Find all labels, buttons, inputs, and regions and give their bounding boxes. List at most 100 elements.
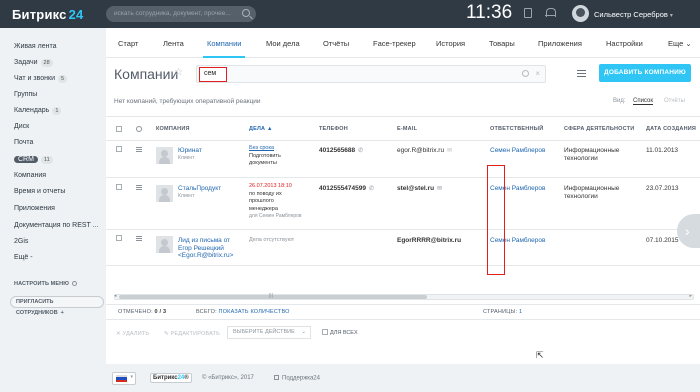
column-header-company[interactable]: КОМПАНИЯ <box>156 126 190 132</box>
scroll-right-arrow[interactable]: ▸ <box>689 293 692 299</box>
deal-overdue-date: 26.07.2013 18:10 <box>249 183 292 189</box>
scrollbar-thumb[interactable] <box>119 295 427 299</box>
page-title: Компании <box>114 66 179 82</box>
tab-reports[interactable]: Отчёты <box>323 39 349 48</box>
sidebar-item-company[interactable]: Компания <box>14 171 46 181</box>
view-reports-toggle[interactable]: Отчёты <box>664 98 685 104</box>
copyright: © «Битрикс», 2017 <box>202 375 254 381</box>
sidebar-item-time-reports[interactable]: Время и отчеты <box>14 187 65 197</box>
sidebar-item-mail[interactable]: Почта <box>14 138 33 148</box>
flag-icon[interactable] <box>524 8 532 18</box>
footer: ▾ Битрикс24® © «Битрикс», 2017 Поддержка… <box>106 364 700 392</box>
invite-employees-button[interactable]: ПРИГЛАСИТЬ СОТРУДНИКОВ + <box>10 296 104 316</box>
sidebar-item-2gis[interactable]: 2Gis <box>14 237 28 247</box>
language-selector[interactable]: ▾ <box>112 372 136 385</box>
search-input[interactable]: искать сотрудника, документ, прочее... <box>106 6 256 22</box>
companies-grid: КОМПАНИЯ ДЕЛА ▲ ТЕЛЕФОН E-MAIL ОТВЕТСТВЕ… <box>106 116 700 294</box>
tab-face-tracker[interactable]: Face-трекер <box>373 39 416 48</box>
for-all-checkbox[interactable] <box>322 329 328 335</box>
delete-button[interactable]: ✕ УДАЛИТЬ <box>116 331 149 337</box>
row-divider <box>106 265 700 266</box>
sidebar-item-groups[interactable]: Группы <box>14 90 37 100</box>
sidebar-item-apps[interactable]: Приложения <box>14 204 55 214</box>
row-checkbox[interactable] <box>116 235 122 241</box>
phone-cell: 4012565688 ✆ <box>319 147 364 156</box>
select-all-checkbox[interactable] <box>116 126 122 132</box>
mail-icon[interactable]: ✉ <box>447 148 452 156</box>
show-count-link[interactable]: ПОКАЗАТЬ КОЛИЧЕСТВО <box>219 309 290 315</box>
search-icon[interactable] <box>242 9 250 17</box>
row-checkbox[interactable] <box>116 146 122 152</box>
responsible-highlight-box <box>487 165 505 275</box>
tab-companies[interactable]: Компании <box>207 39 241 48</box>
deal-status[interactable]: Без срока <box>249 145 281 153</box>
bell-icon[interactable] <box>545 7 556 18</box>
sidebar-item-rest-docs[interactable]: Документация по REST ... <box>14 221 98 231</box>
page-link[interactable]: 1 <box>519 309 522 315</box>
email-cell: egor.R@bitrix.ru ✉ <box>397 147 453 156</box>
company-link[interactable]: Юринат <box>178 147 202 155</box>
tab-products[interactable]: Товары <box>489 39 515 48</box>
sidebar-item-more[interactable]: Ещё - <box>14 253 33 263</box>
responsible-link[interactable]: Семен Рамблеров <box>490 147 545 155</box>
row-menu-icon[interactable] <box>136 147 142 152</box>
company-link[interactable]: Лид из письма от Егор Решецкий <Egor.R@b… <box>178 237 233 260</box>
column-header-sphere[interactable]: СФЕРА ДЕЯТЕЛЬНОСТИ <box>564 126 634 132</box>
sidebar-item-chat[interactable]: Чат и звонки 5 <box>14 74 68 84</box>
row-checkbox[interactable] <box>116 184 122 190</box>
support-icon <box>274 375 279 380</box>
sidebar-item-crm[interactable]: CRM 11 <box>14 155 53 165</box>
row-menu-icon[interactable] <box>136 185 142 190</box>
column-header-deals[interactable]: ДЕЛА ▲ <box>249 126 273 132</box>
apply-for-all[interactable]: ДЛЯ ВСЕХ <box>322 329 358 336</box>
tab-start[interactable]: Старт <box>118 39 138 48</box>
user-menu[interactable]: Сильвестр Серебров ▾ <box>594 10 673 19</box>
scroll-left-arrow[interactable]: ◂ <box>114 293 117 299</box>
tab-applications[interactable]: Приложения <box>538 39 582 48</box>
column-header-created[interactable]: ДАТА СОЗДАНИЯ <box>646 126 696 132</box>
edit-button[interactable]: ✎ РЕДАКТИРОВАТЬ <box>164 331 220 337</box>
header-divider <box>106 140 700 141</box>
phone-icon[interactable]: ✆ <box>358 148 363 156</box>
horizontal-scrollbar[interactable]: ◂ ||| ▸ <box>114 293 694 300</box>
tab-my-activities[interactable]: Мои дела <box>266 39 300 48</box>
phone-icon[interactable]: ✆ <box>369 186 374 194</box>
view-label: Вид: <box>613 98 626 104</box>
group-actions-bar: ✕ УДАЛИТЬ ✎ РЕДАКТИРОВАТЬ ВЫБЕРИТЕ ДЕЙСТ… <box>106 324 700 344</box>
filter-search-field[interactable]: сем × <box>196 65 546 83</box>
search-icon[interactable] <box>522 70 529 77</box>
sidebar-item-calendar[interactable]: Календарь 1 <box>14 106 62 116</box>
column-header-responsible[interactable]: ОТВЕТСТВЕННЫЙ <box>490 126 543 132</box>
count-badge: 11 <box>40 156 53 164</box>
tab-settings[interactable]: Настройки <box>606 39 643 48</box>
action-select[interactable]: ВЫБЕРИТЕ ДЕЙСТВИЕ ⌄ <box>227 326 311 339</box>
add-company-button[interactable]: ДОБАВИТЬ КОМПАНИЮ <box>599 64 691 82</box>
grid-stats: ОТМЕЧЕНО: 0 / 3 ВСЕГО: ПОКАЗАТЬ КОЛИЧЕСТ… <box>106 304 700 320</box>
column-header-phone[interactable]: ТЕЛЕФОН <box>319 126 348 132</box>
configure-menu-button[interactable]: НАСТРОИТЬ МЕНЮ <box>14 279 77 289</box>
logo[interactable]: Битрикс 24 <box>0 7 106 22</box>
active-tab-indicator <box>203 56 245 58</box>
tab-feed[interactable]: Лента <box>163 39 184 48</box>
gear-icon <box>71 280 77 286</box>
bitrix24-logo[interactable]: Битрикс24® <box>150 373 192 383</box>
gear-icon[interactable] <box>136 126 142 132</box>
close-icon: ✕ <box>116 331 121 337</box>
created-date: 07.10.2015 <box>646 237 679 244</box>
column-header-email[interactable]: E-MAIL <box>397 126 417 132</box>
filter-value[interactable]: сем <box>199 67 227 82</box>
user-avatar[interactable] <box>572 5 589 22</box>
mail-icon[interactable]: ✉ <box>437 186 442 194</box>
sidebar-item-disk[interactable]: Диск <box>14 122 29 132</box>
company-link[interactable]: СтальПродукт <box>178 185 221 193</box>
support-link[interactable]: Поддержка24 <box>274 375 320 382</box>
close-icon[interactable]: × <box>535 69 540 78</box>
sidebar-item-feed[interactable]: Живая лента <box>14 42 57 52</box>
menu-icon[interactable] <box>577 70 586 77</box>
view-list-toggle[interactable]: Список <box>633 98 653 105</box>
row-menu-icon[interactable] <box>136 236 142 241</box>
tab-history[interactable]: История <box>436 39 465 48</box>
sidebar-item-tasks[interactable]: Задачи 28 <box>14 58 53 68</box>
star-icon[interactable]: ☆ <box>174 67 183 78</box>
tab-more[interactable]: Еще ⌄ <box>668 39 692 48</box>
